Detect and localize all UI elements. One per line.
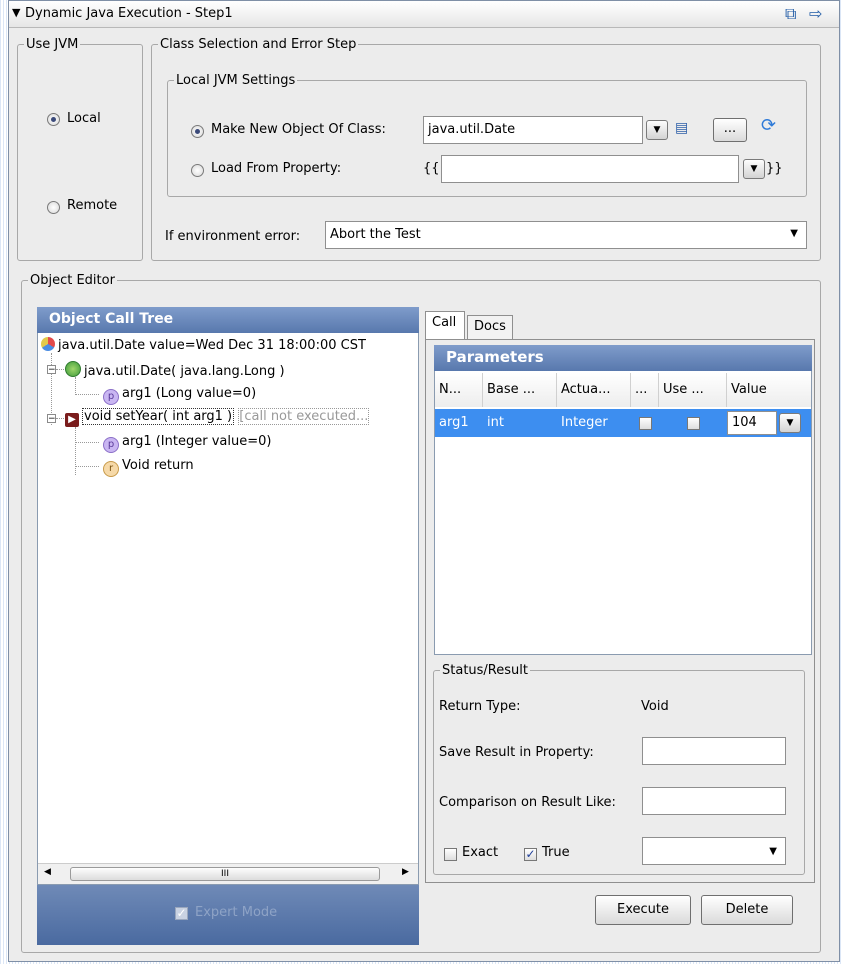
- tree-line: [75, 466, 99, 467]
- local-jvm-settings-legend: Local JVM Settings: [176, 73, 296, 88]
- column-header-null[interactable]: ...: [631, 373, 659, 407]
- parameter-icon: p: [103, 437, 119, 453]
- column-header-value[interactable]: Value: [727, 373, 811, 407]
- chevron-down-icon: ▼: [790, 228, 798, 239]
- tree-horizontal-scrollbar[interactable]: ◀ III ▶: [38, 863, 418, 884]
- scroll-thumb[interactable]: III: [70, 867, 380, 881]
- tree-node-void-return[interactable]: r Void return: [103, 458, 194, 477]
- tree-node-arg1-long[interactable]: p arg1 (Long value=0): [103, 386, 256, 405]
- return-type-value: Void: [641, 699, 669, 714]
- screen: ▼ Dynamic Java Execution - Step1 ⧉ ⇨ Use…: [0, 0, 842, 964]
- load-from-property-field[interactable]: [441, 155, 739, 183]
- refresh-icon[interactable]: ⟳: [761, 117, 776, 135]
- tree-line: [75, 442, 99, 443]
- class-doc-icon[interactable]: ▤: [675, 121, 688, 135]
- object-editor-legend: Object Editor: [30, 273, 115, 288]
- column-header-base[interactable]: Base ...: [483, 373, 557, 407]
- tree-node-arg1-integer[interactable]: p arg1 (Integer value=0): [103, 434, 271, 453]
- column-header-actual[interactable]: Actua...: [557, 373, 631, 407]
- property-dropdown-button[interactable]: ▼: [743, 159, 765, 179]
- param-null-checkbox[interactable]: [639, 417, 652, 430]
- param-base-cell: int: [487, 415, 504, 430]
- env-error-label: If environment error:: [165, 229, 301, 244]
- return-icon: r: [103, 461, 119, 477]
- tree-footer: ✓ Expert Mode: [37, 885, 419, 945]
- parameter-icon: p: [103, 389, 119, 405]
- collapse-node-icon[interactable]: −: [47, 414, 56, 424]
- class-dropdown-button[interactable]: ▼: [646, 120, 668, 140]
- class-selection-legend: Class Selection and Error Step: [160, 37, 357, 52]
- window-title: Dynamic Java Execution - Step1: [25, 6, 233, 21]
- class-name-field[interactable]: java.util.Date: [423, 116, 643, 144]
- param-value-dropdown-button[interactable]: ▼: [779, 413, 801, 433]
- tree-line: [56, 418, 64, 419]
- method-icon: ▶: [65, 413, 79, 427]
- comparison-label: Comparison on Result Like:: [439, 795, 616, 810]
- exact-label: Exact: [462, 845, 499, 860]
- return-type-label: Return Type:: [439, 699, 521, 714]
- save-result-label: Save Result in Property:: [439, 745, 594, 760]
- object-icon: [41, 337, 55, 351]
- tab-call[interactable]: Call: [425, 311, 465, 339]
- use-jvm-group: Use JVM: [17, 37, 143, 261]
- collapse-icon[interactable]: ▼: [12, 6, 20, 19]
- object-call-tree-header: Object Call Tree: [37, 307, 419, 333]
- column-header-name[interactable]: N...: [435, 373, 483, 407]
- param-name-cell: arg1: [439, 415, 469, 430]
- constructor-icon: [65, 361, 81, 377]
- close-brace: }}: [766, 161, 783, 176]
- local-label: Local: [67, 111, 101, 126]
- float-window-icon[interactable]: ⧉: [785, 4, 796, 24]
- save-result-field[interactable]: [642, 737, 786, 765]
- browse-class-button[interactable]: ...: [713, 118, 747, 142]
- execute-button[interactable]: Execute: [595, 895, 691, 925]
- param-actual-cell: Integer: [561, 415, 608, 430]
- scroll-left-icon[interactable]: ◀: [44, 867, 51, 877]
- load-from-property-label: Load From Property:: [211, 161, 342, 176]
- true-checkbox[interactable]: ✓: [524, 848, 537, 861]
- param-value-field[interactable]: 104: [727, 411, 777, 435]
- expert-mode-checkbox[interactable]: ✓: [175, 907, 188, 920]
- status-result-legend: Status/Result: [442, 663, 528, 678]
- open-brace: {{: [423, 161, 440, 176]
- collapse-node-icon[interactable]: −: [47, 365, 56, 375]
- dock-arrow-icon[interactable]: ⇨: [809, 4, 822, 23]
- param-use-checkbox[interactable]: [687, 417, 700, 430]
- expert-mode-label: Expert Mode: [195, 905, 278, 920]
- use-jvm-legend: Use JVM: [26, 37, 79, 52]
- env-error-value: Abort the Test: [330, 227, 421, 242]
- tree-line: [75, 394, 99, 395]
- tree-line: [75, 377, 76, 395]
- comparison-field[interactable]: [642, 787, 786, 815]
- tree-node-root[interactable]: java.util.Date value=Wed Dec 31 18:00:00…: [41, 337, 366, 353]
- tree-node-set-year[interactable]: ▶ void setYear( int arg1 ) [call not exec…: [65, 408, 370, 427]
- scroll-right-icon[interactable]: ▶: [402, 867, 409, 877]
- title-bar[interactable]: ▼ Dynamic Java Execution - Step1 ⧉ ⇨: [9, 1, 839, 28]
- parameters-header: Parameters: [434, 345, 812, 371]
- exact-checkbox[interactable]: [444, 848, 457, 861]
- tree-node-constructor[interactable]: java.util.Date( java.lang.Long ): [65, 361, 285, 379]
- load-from-property-radio[interactable]: [191, 164, 204, 177]
- comparison-mode-select[interactable]: ▼: [642, 837, 786, 865]
- tree-line: [75, 427, 76, 475]
- remote-label: Remote: [67, 198, 118, 213]
- local-radio[interactable]: [47, 113, 60, 126]
- env-error-select[interactable]: Abort the Test ▼: [325, 221, 807, 249]
- column-header-use[interactable]: Use ...: [659, 373, 727, 407]
- true-label: True: [542, 845, 570, 860]
- delete-button[interactable]: Delete: [701, 895, 793, 925]
- make-new-object-radio[interactable]: [191, 125, 204, 138]
- make-new-object-label: Make New Object Of Class:: [211, 122, 386, 137]
- remote-radio[interactable]: [47, 201, 60, 214]
- tab-docs[interactable]: Docs: [467, 315, 513, 339]
- tree-line: [56, 369, 64, 370]
- chevron-down-icon: ▼: [769, 846, 777, 857]
- step-window: ▼ Dynamic Java Execution - Step1 ⧉ ⇨ Use…: [8, 0, 840, 962]
